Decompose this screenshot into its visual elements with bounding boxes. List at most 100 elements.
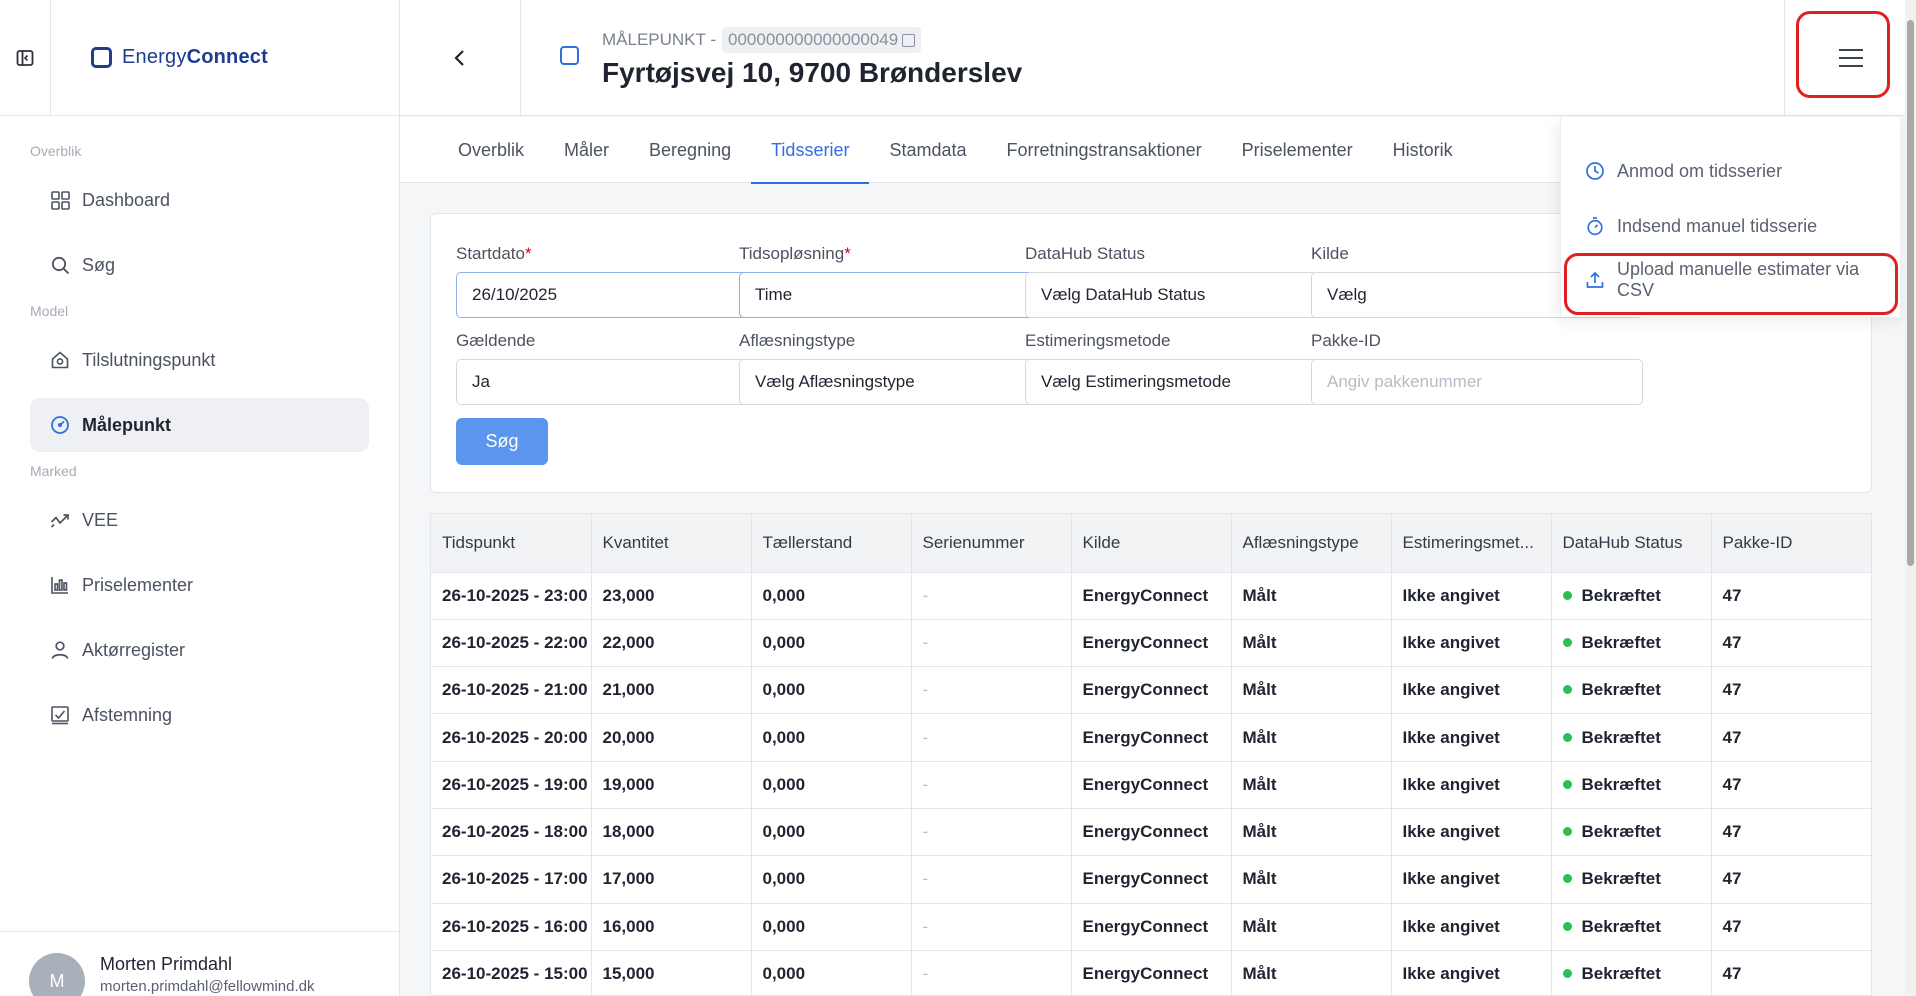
scrollbar-thumb[interactable] [1907, 20, 1914, 566]
table-cell: 0,000 [751, 666, 912, 715]
table-cell: 0,000 [751, 572, 912, 620]
copy-icon[interactable] [902, 33, 916, 47]
table-cell: 15,000 [591, 950, 752, 995]
table-cell: 47 [1711, 619, 1871, 668]
column-header[interactable]: DataHub Status [1551, 514, 1712, 573]
status-cell: Bekræftet [1551, 713, 1712, 762]
kilde-value: Vælg [1327, 285, 1367, 304]
table-cell: 26-10-2025 - 15:00 [431, 950, 592, 995]
sidebar-item-aktorregister[interactable]: Aktørregister [30, 623, 369, 677]
status-badge: Bekræftet [1581, 585, 1661, 605]
tab-overblik[interactable]: Overblik [438, 117, 544, 183]
column-header[interactable]: Serienummer [911, 514, 1072, 573]
table-cell: 0,000 [751, 619, 912, 668]
table-cell: EnergyConnect [1071, 713, 1232, 762]
table-row[interactable]: 26-10-2025 - 17:00 17,000 0,000- EnergyConn… [431, 855, 1871, 904]
table-row[interactable]: 26-10-2025 - 23:00 23,000 0,000- EnergyConn… [431, 572, 1871, 620]
pakke-id-input[interactable]: Angiv pakkenummer [1311, 359, 1643, 405]
trend-icon [50, 510, 70, 530]
datahub-status-select[interactable]: Vælg DataHub Status [1025, 272, 1357, 318]
house-icon [50, 350, 70, 370]
sidebar-item-label: Afstemning [82, 704, 173, 725]
tab-historik[interactable]: Historik [1373, 117, 1473, 183]
status-badge: Bekræftet [1581, 632, 1661, 652]
status-dot-icon [1562, 779, 1572, 789]
table-row[interactable]: 26-10-2025 - 16:00 16,000 0,000- EnergyConn… [431, 903, 1871, 951]
sidebar-item-priselementer[interactable]: Priselementer [30, 558, 369, 612]
table-cell: Ikke angivet [1391, 903, 1552, 951]
sidebar-item-search[interactable]: Søg [30, 238, 369, 292]
table-cell: EnergyConnect [1071, 619, 1232, 668]
label-tidsoplosning: Tidsopløsning [739, 244, 845, 263]
table-cell: 23,000 [591, 572, 752, 620]
table-row[interactable]: 26-10-2025 - 15:00 15,000 0,000- EnergyConn… [431, 950, 1871, 995]
table-cell: 21,000 [591, 666, 752, 715]
startdato-value: 26/10/2025 [472, 285, 558, 304]
table-cell: - [911, 713, 1072, 762]
table-cell: 26-10-2025 - 20:00 [431, 713, 592, 762]
column-header[interactable]: Pakke-ID [1711, 514, 1871, 573]
status-cell: Bekræftet [1551, 619, 1712, 668]
sidebar-item-tilslutningspunkt[interactable]: Tilslutningspunkt [30, 333, 369, 387]
tab-maler[interactable]: Måler [544, 117, 629, 183]
page-scrollbar[interactable] [1905, 0, 1916, 996]
tab-priselementer[interactable]: Priselementer [1222, 117, 1373, 183]
table-cell: - [911, 855, 1072, 904]
table-row[interactable]: 26-10-2025 - 19:00 19,000 0,000- EnergyConn… [431, 761, 1871, 809]
field-pakke-id: Pakke-ID Angiv pakkenummer [1311, 331, 1643, 405]
aflaesningstype-select[interactable]: Vælg Aflæsningstype [739, 359, 1071, 405]
tidsoplosning-select[interactable]: Time [739, 272, 1071, 318]
field-tidsoplosning: Tidsopløsning* Time [739, 244, 1071, 318]
malepunkt-checkbox-icon [560, 46, 579, 65]
menu-item-indsend-manuel-tidsserie[interactable]: Indsend manuel tidsserie [1561, 206, 1901, 246]
tidsoplosning-value: Time [755, 285, 793, 304]
column-header[interactable]: Tællerstand [751, 514, 912, 573]
status-badge: Bekræftet [1581, 727, 1661, 747]
label-aflaesningstype: Aflæsningstype [739, 331, 856, 350]
table-row[interactable]: 26-10-2025 - 20:00 20,000 0,000- EnergyConn… [431, 713, 1871, 762]
table-cell: 0,000 [751, 903, 912, 951]
status-cell: Bekræftet [1551, 761, 1712, 809]
user-profile[interactable]: M Morten Primdahl morten.primdahl@fellow… [0, 931, 400, 996]
brand-logo[interactable]: EnergyConnect [91, 46, 268, 69]
label-estimeringsmetode: Estimeringsmetode [1025, 331, 1171, 350]
tab-tidsserier[interactable]: Tidsserier [751, 117, 870, 184]
column-header[interactable]: Tidspunkt [431, 514, 592, 573]
table-row[interactable]: 26-10-2025 - 21:00 21,000 0,000- EnergyConn… [431, 666, 1871, 715]
estimeringsmetode-select[interactable]: Vælg Estimeringsmetode [1025, 359, 1357, 405]
section-label-model: Model [30, 303, 69, 319]
table-cell: 0,000 [751, 713, 912, 762]
menu-item-anmod-om-tidsserier[interactable]: Anmod om tidsserier [1561, 151, 1901, 191]
sidebar-item-dashboard[interactable]: Dashboard [30, 173, 369, 227]
table-cell: Målt [1231, 713, 1392, 762]
table-cell: - [911, 666, 1072, 715]
gaeldende-value: Ja [472, 372, 490, 391]
sidebar-item-malepunkt[interactable]: Målepunkt [30, 398, 369, 452]
column-header[interactable]: Estimeringsmet... [1391, 514, 1552, 573]
column-header[interactable]: Aflæsningstype [1231, 514, 1392, 573]
tab-stamdata[interactable]: Stamdata [869, 117, 986, 183]
label-datahub-status: DataHub Status [1025, 244, 1146, 263]
menu-item-label: Anmod om tidsserier [1617, 160, 1783, 181]
status-badge: Bekræftet [1581, 916, 1661, 936]
table-row[interactable]: 26-10-2025 - 22:00 22,000 0,000- EnergyConn… [431, 619, 1871, 668]
sidebar-collapse-button[interactable] [0, 0, 51, 116]
table-cell: Målt [1231, 666, 1392, 715]
tab-beregning[interactable]: Beregning [629, 117, 751, 183]
table-cell: - [911, 950, 1072, 995]
search-button[interactable]: Søg [456, 418, 548, 465]
table-row[interactable]: 26-10-2025 - 18:00 18,000 0,000- EnergyConn… [431, 808, 1871, 857]
table-cell: 0,000 [751, 808, 912, 857]
column-header[interactable]: Kvantitet [591, 514, 752, 573]
status-dot-icon [1562, 969, 1572, 979]
check-chart-icon [50, 705, 70, 725]
malepunkt-id[interactable]: 000000000000000049 [722, 27, 922, 53]
status-cell: Bekræftet [1551, 666, 1712, 715]
column-header[interactable]: Kilde [1071, 514, 1232, 573]
back-button[interactable] [400, 0, 521, 116]
sidebar-item-afstemning[interactable]: Afstemning [30, 688, 369, 742]
status-cell: Bekræftet [1551, 950, 1712, 995]
sidebar-item-vee[interactable]: VEE [30, 493, 369, 547]
tab-forretningstransaktioner[interactable]: Forretningstransaktioner [987, 117, 1222, 183]
datahub-status-value: Vælg DataHub Status [1041, 285, 1206, 304]
